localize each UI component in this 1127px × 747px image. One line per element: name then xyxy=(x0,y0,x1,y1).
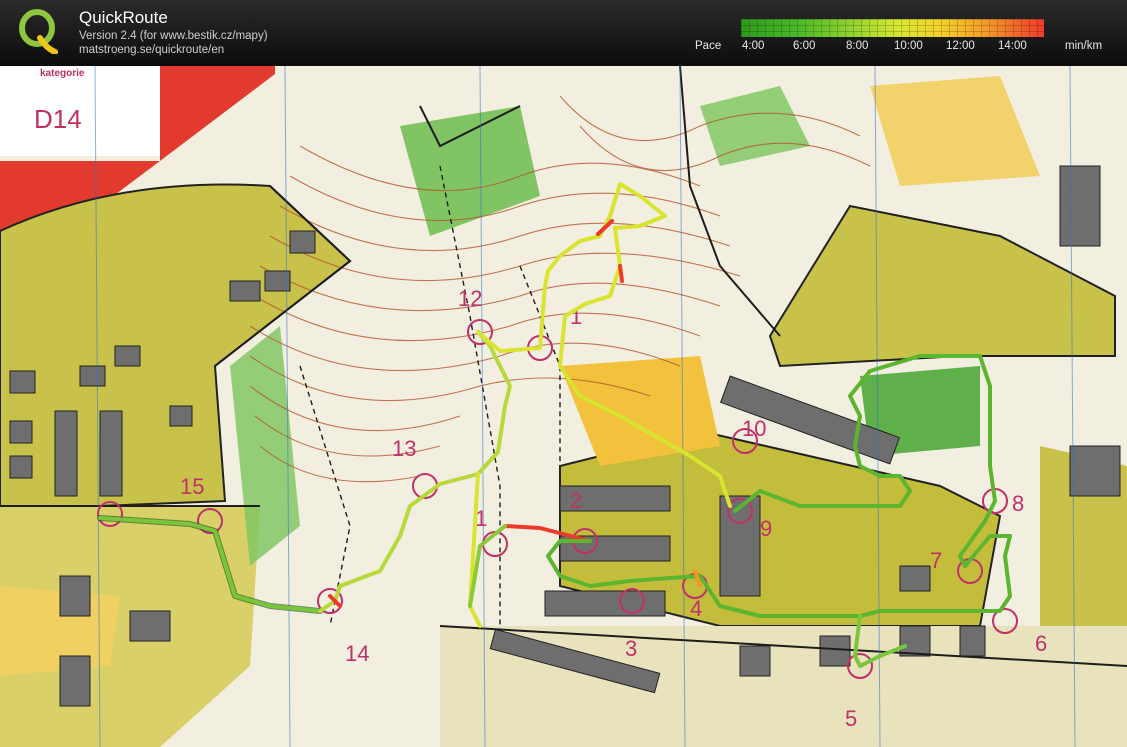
control-number: 7 xyxy=(930,548,942,573)
control-number: 14 xyxy=(345,641,369,666)
control-number: 8 xyxy=(1012,491,1024,516)
quickroute-window: QuickRoute Version 2.4 (for www.bestik.c… xyxy=(0,0,1127,747)
app-url: matstroeng.se/quickroute/en xyxy=(79,44,225,56)
control-number: 15 xyxy=(180,474,204,499)
pace-label: Pace xyxy=(695,40,722,52)
control-number: 12 xyxy=(458,286,482,311)
course-name: D14 xyxy=(34,104,82,134)
quickroute-logo-icon xyxy=(19,9,58,54)
control-number: 3 xyxy=(625,636,637,661)
pace-unit: min/km xyxy=(1065,40,1103,52)
control-number: 13 xyxy=(392,436,416,461)
category-label: kategorie xyxy=(40,68,85,79)
pace-tick: 8:00 xyxy=(846,40,869,52)
control-number: 4 xyxy=(690,596,702,621)
control-number: 5 xyxy=(845,706,857,731)
app-version: Version 2.4 (for www.bestik.cz/mapy) xyxy=(79,30,268,42)
pace-tick: 6:00 xyxy=(793,40,816,52)
control-number: 10 xyxy=(742,416,766,441)
pace-tick: 4:00 xyxy=(742,40,765,52)
app-title: QuickRoute xyxy=(79,8,168,27)
orienteering-map[interactable]: kategorie D14 12 1 13 10 15 1 2 9 8 7 4 … xyxy=(0,66,1127,747)
pace-tick: 12:00 xyxy=(946,40,975,52)
control-number: 6 xyxy=(1035,631,1047,656)
control-number: 2 xyxy=(570,488,582,513)
pace-tick: 10:00 xyxy=(894,40,923,52)
pace-scale-grid xyxy=(741,19,1044,37)
header-bar: QuickRoute Version 2.4 (for www.bestik.c… xyxy=(0,0,1127,66)
control-number: 9 xyxy=(760,516,772,541)
pace-tick: 14:00 xyxy=(998,40,1027,52)
